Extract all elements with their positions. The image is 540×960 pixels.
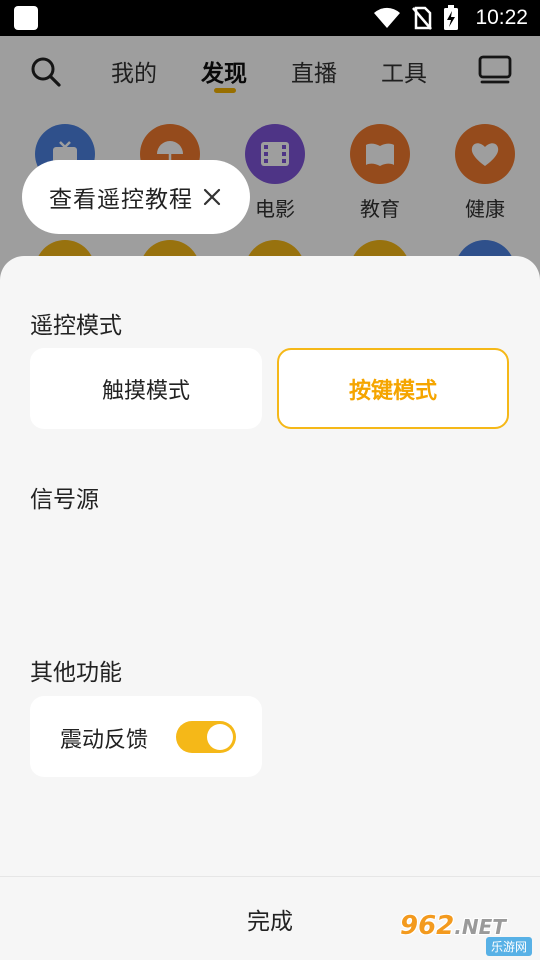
wifi-icon xyxy=(374,7,401,28)
remote-settings-sheet: 遥控模式 触摸模式 按键模式 信号源 其他功能 震动反馈 完成 xyxy=(0,256,540,960)
remote-mode-title: 遥控模式 xyxy=(30,313,122,339)
key-mode-button[interactable]: 按键模式 xyxy=(277,348,509,429)
no-sim-icon xyxy=(412,6,433,30)
status-bar: 10:22 xyxy=(0,0,540,36)
signal-source-title: 信号源 xyxy=(30,487,99,513)
touch-mode-button[interactable]: 触摸模式 xyxy=(30,348,262,429)
status-time: 10:22 xyxy=(475,6,528,29)
watermark-domain: .NET xyxy=(454,915,506,939)
vibration-feedback-card: 震动反馈 xyxy=(30,696,262,777)
app-notification-icon xyxy=(14,6,38,30)
remote-tutorial-tip[interactable]: 查看遥控教程 xyxy=(22,160,250,234)
watermark-number: 962 xyxy=(400,911,455,941)
toggle-knob xyxy=(207,724,233,750)
watermark-logo: 962.NET 乐游网 xyxy=(400,912,532,956)
battery-charging-icon xyxy=(444,5,459,30)
status-icons: 10:22 xyxy=(373,0,528,36)
vibration-feedback-toggle[interactable] xyxy=(176,721,236,753)
close-icon[interactable] xyxy=(202,187,222,207)
watermark-sub: 乐游网 xyxy=(485,937,532,956)
tip-text: 查看遥控教程 xyxy=(49,187,193,213)
vibration-feedback-label: 震动反馈 xyxy=(60,728,149,753)
other-features-title: 其他功能 xyxy=(30,660,122,686)
